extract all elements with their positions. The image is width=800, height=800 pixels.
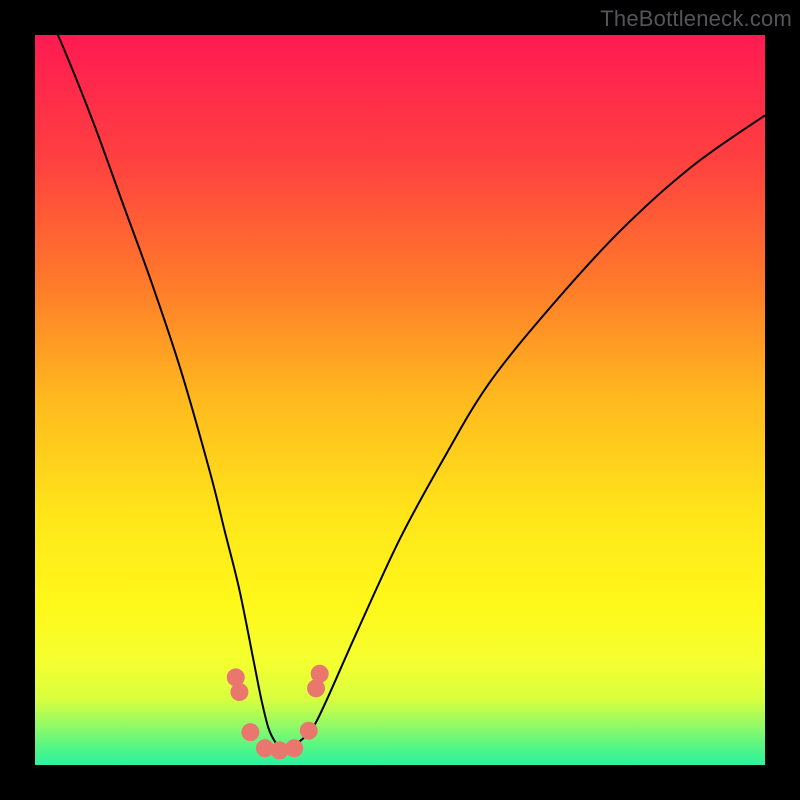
data-marker: [300, 722, 318, 740]
watermark-text: TheBottleneck.com: [600, 6, 792, 32]
data-marker: [230, 683, 248, 701]
chart-svg: [35, 35, 765, 765]
data-marker: [311, 665, 329, 683]
plot-area: [35, 35, 765, 765]
bottleneck-curve: [35, 35, 765, 751]
data-markers: [227, 665, 329, 760]
chart-container: TheBottleneck.com: [0, 0, 800, 800]
data-marker: [241, 723, 259, 741]
data-marker: [285, 739, 303, 757]
